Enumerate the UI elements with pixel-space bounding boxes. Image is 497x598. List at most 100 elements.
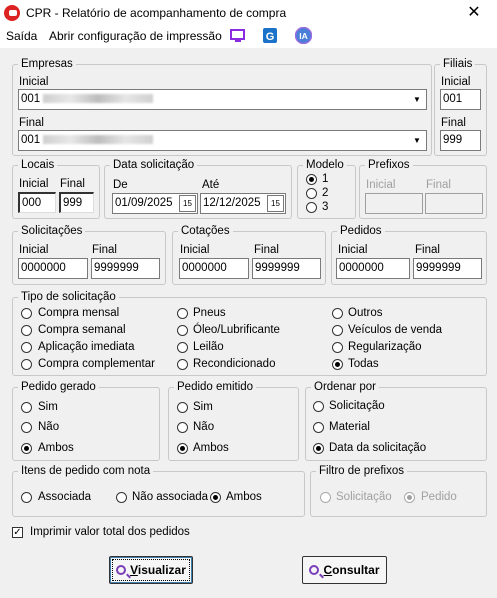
ordenar-radio-data[interactable]	[313, 443, 324, 454]
ordenar-radio-material[interactable]	[313, 422, 324, 433]
pedido-emitido-radio-ambos[interactable]	[177, 443, 188, 454]
tipo-option-regularizacao: Regularização	[348, 341, 422, 353]
solicitacao-final-label: Final	[92, 244, 117, 256]
modelo-option-1: 1	[322, 173, 329, 185]
local-inicial-label: Inicial	[19, 178, 49, 190]
filial-final-input[interactable]: 999	[440, 130, 481, 151]
tipo-option-pneus: Pneus	[193, 307, 226, 319]
tipo-radio-leilao[interactable]	[177, 342, 188, 353]
close-button[interactable]: ✕	[463, 3, 485, 23]
tipo-radio-compra-mensal[interactable]	[21, 308, 32, 319]
tipo-radio-regularizacao[interactable]	[332, 342, 343, 353]
tipo-radio-pneus[interactable]	[177, 308, 188, 319]
itens-nota-radio-nao-associada[interactable]	[116, 492, 127, 503]
pedido-inicial-label: Inicial	[338, 244, 368, 256]
empresa-inicial-label: Inicial	[19, 76, 49, 88]
empresa-inicial-name-redacted	[43, 94, 154, 103]
data-ate-picker[interactable]: 12/12/2025 15	[200, 193, 286, 214]
modelo-option-2: 2	[322, 187, 329, 199]
ordenar-radio-solicitacao[interactable]	[313, 401, 324, 412]
itens-nota-legend: Itens de pedido com nota	[21, 465, 151, 477]
tipo-radio-recondicionado[interactable]	[177, 359, 188, 370]
tipo-radio-outros[interactable]	[332, 308, 343, 319]
pedidos-legend: Pedidos	[340, 225, 382, 237]
tipo-radio-todas[interactable]	[332, 359, 343, 370]
tipo-radio-compra-complementar[interactable]	[21, 359, 32, 370]
data-solicitacao-legend: Data solicitação	[113, 159, 195, 171]
chevron-down-icon[interactable]: ▼	[409, 91, 425, 108]
empresa-inicial-combo[interactable]: 001 ▼	[18, 89, 427, 110]
local-final-input[interactable]: 999	[59, 192, 94, 213]
prefixo-final-label: Final	[426, 179, 451, 191]
pedido-emitido-radio-sim[interactable]	[177, 402, 188, 413]
empresa-final-combo[interactable]: 001 ▼	[18, 130, 427, 151]
tipo-option-compra-mensal: Compra mensal	[38, 307, 120, 319]
cotacao-final-input[interactable]: 9999999	[252, 258, 321, 279]
itens-nota-option-ambos: Ambos	[226, 491, 262, 503]
tipo-radio-aplicacao-imediata[interactable]	[21, 342, 32, 353]
empresa-final-name-redacted	[43, 135, 154, 144]
empresa-final-value: 001	[21, 134, 41, 146]
pedido-gerado-radio-ambos[interactable]	[21, 443, 32, 454]
ordenar-option-data: Data da solicitação	[329, 442, 427, 454]
filial-final-label: Final	[441, 117, 466, 129]
modelo-radio-1[interactable]	[306, 174, 317, 185]
solicitacao-inicial-input[interactable]: 0000000	[18, 258, 88, 279]
tipo-option-leilao: Leilão	[193, 341, 224, 353]
pedido-emitido-legend: Pedido emitido	[177, 381, 254, 393]
consultar-button[interactable]: Consultar	[302, 556, 387, 584]
data-ate-value: 12/12/2025	[203, 197, 261, 209]
ia-assistant-icon[interactable]: IA	[295, 27, 312, 44]
filial-inicial-label: Inicial	[441, 76, 471, 88]
itens-nota-radio-ambos[interactable]	[210, 492, 221, 503]
cotacao-inicial-label: Inicial	[180, 244, 210, 256]
monitor-icon[interactable]	[229, 28, 247, 44]
prefixo-inicial-input[interactable]	[365, 193, 423, 214]
tipo-option-recondicionado: Recondicionado	[193, 358, 276, 370]
ordenar-option-material: Material	[329, 421, 370, 433]
pedido-emitido-radio-nao[interactable]	[177, 422, 188, 433]
tipo-radio-veiculos[interactable]	[332, 325, 343, 336]
data-de-picker[interactable]: 01/09/2025 15	[112, 193, 198, 214]
pedido-gerado-radio-nao[interactable]	[21, 422, 32, 433]
local-final-label: Final	[60, 178, 85, 190]
pedido-final-input[interactable]: 9999999	[413, 258, 482, 279]
solicitacao-final-input[interactable]: 9999999	[91, 258, 160, 279]
empresas-legend: Empresas	[21, 58, 73, 70]
locais-legend: Locais	[21, 159, 55, 171]
modelo-radio-2[interactable]	[306, 188, 317, 199]
pedido-gerado-option-nao: Não	[38, 421, 60, 433]
itens-nota-radio-associada[interactable]	[21, 492, 32, 503]
calendar-icon[interactable]: 15	[267, 195, 284, 212]
filtro-radio-pedido[interactable]	[404, 492, 415, 503]
pedido-gerado-option-sim: Sim	[38, 401, 58, 413]
prefixo-final-input[interactable]	[425, 193, 483, 214]
tipo-option-aplicacao-imediata: Aplicação imediata	[38, 341, 135, 353]
g-app-icon[interactable]: G	[262, 27, 278, 44]
modelo-radio-3[interactable]	[306, 202, 317, 213]
imprimir-total-checkbox[interactable]: ✓	[12, 527, 23, 538]
cotacao-final-label: Final	[254, 244, 279, 256]
menu-print-config[interactable]: Abrir configuração de impressão	[49, 29, 222, 43]
app-logo-icon	[4, 5, 20, 21]
itens-nota-option-nao-associada: Não associada	[132, 491, 209, 503]
filial-inicial-input[interactable]: 001	[440, 89, 481, 110]
visualizar-button[interactable]: Visualizar	[109, 556, 193, 584]
filtro-radio-solicitacao[interactable]	[320, 492, 331, 503]
cotacao-inicial-input[interactable]: 0000000	[179, 258, 249, 279]
window-title: CPR - Relatório de acompanhamento de com…	[26, 6, 287, 20]
empresa-inicial-value: 001	[21, 93, 41, 105]
ia-label: IA	[299, 31, 308, 41]
chevron-down-icon[interactable]: ▼	[409, 132, 425, 149]
pedido-gerado-radio-sim[interactable]	[21, 402, 32, 413]
visualizar-label: isualizar	[137, 563, 186, 577]
menu-exit[interactable]: Saída	[6, 29, 37, 43]
pedido-emitido-option-sim: Sim	[193, 401, 213, 413]
tipo-radio-oleo[interactable]	[177, 325, 188, 336]
pedido-inicial-input[interactable]: 0000000	[336, 258, 410, 279]
data-ate-label: Até	[202, 179, 220, 191]
data-de-label: De	[113, 179, 128, 191]
calendar-icon[interactable]: 15	[179, 195, 196, 212]
tipo-radio-compra-semanal[interactable]	[21, 325, 32, 336]
local-inicial-input[interactable]: 000	[18, 192, 56, 213]
